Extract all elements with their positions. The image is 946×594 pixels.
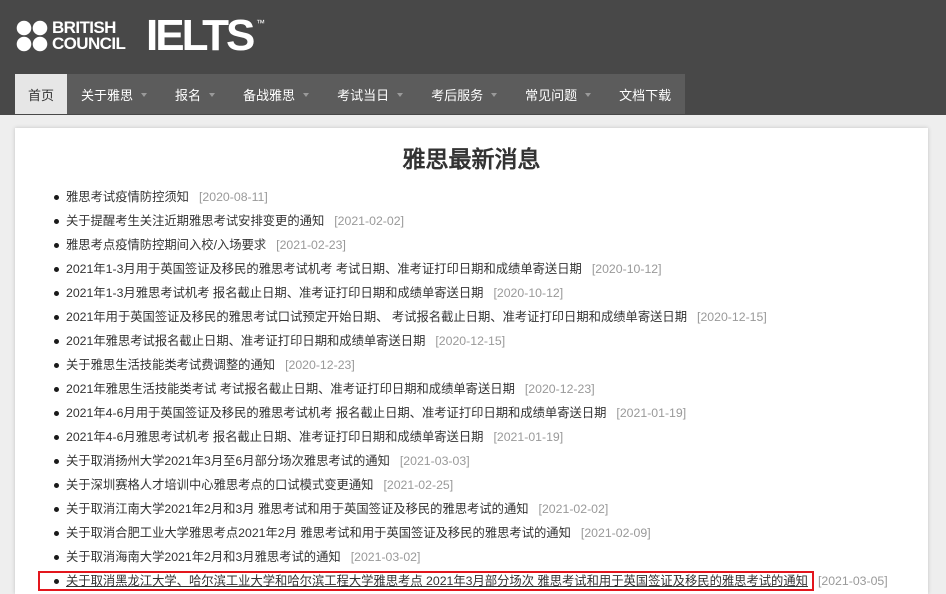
news-link[interactable]: 关于取消扬州大学2021年3月至6月部分场次雅思考试的通知 bbox=[66, 454, 390, 468]
nav-item-preparation[interactable]: 备战雅思 bbox=[229, 74, 323, 114]
news-item: 关于取消扬州大学2021年3月至6月部分场次雅思考试的通知 [2021-03-03… bbox=[54, 449, 928, 473]
news-date: [2020-12-23] bbox=[524, 382, 595, 396]
news-link[interactable]: 雅思考试疫情防控须知 bbox=[66, 190, 189, 204]
news-link[interactable]: 关于取消江南大学2021年2月和3月 雅思考试和用于英国签证及移民的雅思考试的通… bbox=[66, 502, 529, 516]
nav-item-label: 首页 bbox=[28, 87, 55, 103]
news-link[interactable]: 关于提醒考生关注近期雅思考试安排变更的通知 bbox=[66, 214, 324, 228]
news-link[interactable]: 2021年用于英国签证及移民的雅思考试口试预定开始日期、 考试报名截止日期、准考… bbox=[66, 310, 687, 324]
main-nav: 首页 关于雅思 报名 备战雅思 考试当日 考后服务 常见问题 文档下载 bbox=[15, 74, 686, 114]
news-link[interactable]: 2021年4-6月雅思考试机考 报名截止日期、准考证打印日期和成绩单寄送日期 bbox=[66, 430, 483, 444]
news-link[interactable]: 2021年雅思考试报名截止日期、准考证打印日期和成绩单寄送日期 bbox=[66, 334, 425, 348]
news-item: 2021年4-6月用于英国签证及移民的雅思考试机考 报名截止日期、准考证打印日期… bbox=[54, 401, 928, 425]
nav-item-faq[interactable]: 常见问题 bbox=[511, 74, 605, 114]
news-date: [2021-01-19] bbox=[616, 406, 687, 420]
nav-item-label: 文档下载 bbox=[619, 87, 672, 103]
news-link[interactable]: 关于取消海南大学2021年2月和3月雅思考试的通知 bbox=[66, 550, 341, 564]
news-link[interactable]: 2021年雅思生活技能类考试 考试报名截止日期、准考证打印日期和成绩单寄送日期 bbox=[66, 382, 515, 396]
news-date: [2021-02-23] bbox=[276, 238, 346, 252]
news-item: 关于取消合肥工业大学雅思考点2021年2月 雅思考试和用于英国签证及移民的雅思考… bbox=[54, 521, 928, 545]
news-item: 2021年雅思考试报名截止日期、准考证打印日期和成绩单寄送日期 [2020-12-… bbox=[54, 329, 928, 353]
nav-item-label: 考试当日 bbox=[337, 87, 390, 103]
nav-item-home[interactable]: 首页 bbox=[15, 74, 68, 114]
nav-item-registration[interactable]: 报名 bbox=[161, 74, 229, 114]
news-date: [2020-12-15] bbox=[435, 334, 506, 348]
news-link[interactable]: 2021年1-3月雅思考试机考 报名截止日期、准考证打印日期和成绩单寄送日期 bbox=[66, 286, 483, 300]
news-date: [2020-10-12] bbox=[493, 286, 564, 300]
site-header: BRITISH COUNCIL IELTS ™ 首页 关于雅思 报名 备战雅思 … bbox=[0, 0, 946, 115]
news-date: [2021-03-05] bbox=[817, 574, 888, 588]
ielts-wordmark: IELTS bbox=[146, 11, 255, 60]
nav-item-test-day[interactable]: 考试当日 bbox=[323, 74, 417, 114]
news-date: [2020-10-12] bbox=[591, 262, 662, 276]
nav-item-label: 考后服务 bbox=[431, 87, 484, 103]
nav-item-after-test[interactable]: 考后服务 bbox=[417, 74, 511, 114]
news-date: [2021-03-03] bbox=[399, 454, 470, 468]
news-link[interactable]: 2021年1-3月用于英国签证及移民的雅思考试机考 考试日期、准考证打印日期和成… bbox=[66, 262, 582, 276]
news-item: 2021年1-3月雅思考试机考 报名截止日期、准考证打印日期和成绩单寄送日期 [2… bbox=[54, 281, 928, 305]
news-item-highlighted: 关于取消黑龙江大学、哈尔滨工业大学和哈尔滨工程大学雅思考点 2021年3月部分场… bbox=[38, 569, 928, 593]
news-item: 2021年雅思生活技能类考试 考试报名截止日期、准考证打印日期和成绩单寄送日期 [… bbox=[54, 377, 928, 401]
nav-item-label: 常见问题 bbox=[525, 87, 578, 103]
caret-down-icon bbox=[303, 93, 310, 97]
caret-down-icon bbox=[141, 93, 148, 97]
news-link[interactable]: 关于深圳赛格人才培训中心雅思考点的口试模式变更通知 bbox=[66, 478, 373, 492]
news-link[interactable]: 雅思考点疫情防控期间入校/入场要求 bbox=[66, 238, 266, 252]
news-link[interactable]: 关于取消黑龙江大学、哈尔滨工业大学和哈尔滨工程大学雅思考点 2021年3月部分场… bbox=[66, 574, 808, 588]
news-date: [2020-12-23] bbox=[285, 358, 355, 372]
news-item: 关于深圳赛格人才培训中心雅思考点的口试模式变更通知 [2021-02-25] bbox=[54, 473, 928, 497]
news-card: 雅思最新消息 雅思考试疫情防控须知 [2020-08-11] 关于提醒考生关注近期… bbox=[15, 128, 928, 594]
news-date: [2020-12-15] bbox=[697, 310, 767, 324]
news-item: 2021年用于英国签证及移民的雅思考试口试预定开始日期、 考试报名截止日期、准考… bbox=[54, 305, 928, 329]
news-date: [2021-02-25] bbox=[383, 478, 454, 492]
nav-item-label: 备战雅思 bbox=[243, 87, 296, 103]
highlight-wrapper: 关于取消黑龙江大学、哈尔滨工业大学和哈尔滨工程大学雅思考点 2021年3月部分场… bbox=[38, 571, 814, 591]
news-date: [2021-02-02] bbox=[538, 502, 609, 516]
brand-line-2: COUNCIL bbox=[52, 34, 126, 53]
news-item: 关于取消海南大学2021年2月和3月雅思考试的通知 [2021-03-02] bbox=[54, 545, 928, 569]
trademark-symbol: ™ bbox=[256, 18, 265, 28]
news-date: [2021-01-19] bbox=[493, 430, 564, 444]
ielts-logo[interactable]: IELTS ™ bbox=[146, 11, 265, 60]
caret-down-icon bbox=[585, 93, 592, 97]
caret-down-icon bbox=[491, 93, 498, 97]
british-council-wordmark: BRITISH COUNCIL bbox=[52, 19, 126, 53]
page-title: 雅思最新消息 bbox=[402, 146, 541, 172]
news-date: [2021-02-02] bbox=[334, 214, 404, 228]
caret-down-icon bbox=[397, 93, 404, 97]
news-date: [2021-03-02] bbox=[350, 550, 421, 564]
news-date: [2021-02-09] bbox=[580, 526, 651, 540]
news-item: 关于提醒考生关注近期雅思考试安排变更的通知 [2021-02-02] bbox=[54, 209, 928, 233]
british-council-logo[interactable]: BRITISH COUNCIL bbox=[16, 19, 131, 53]
news-link[interactable]: 关于取消合肥工业大学雅思考点2021年2月 雅思考试和用于英国签证及移民的雅思考… bbox=[66, 526, 571, 540]
news-item: 2021年4-6月雅思考试机考 报名截止日期、准考证打印日期和成绩单寄送日期 [2… bbox=[54, 425, 928, 449]
nav-item-downloads[interactable]: 文档下载 bbox=[605, 74, 685, 114]
news-item: 雅思考试疫情防控须知 [2020-08-11] bbox=[54, 185, 928, 209]
news-item: 雅思考点疫情防控期间入校/入场要求 [2021-02-23] bbox=[54, 233, 928, 257]
news-list: 雅思考试疫情防控须知 [2020-08-11] 关于提醒考生关注近期雅思考试安排变… bbox=[15, 185, 928, 593]
caret-down-icon bbox=[209, 93, 216, 97]
british-council-dots-icon bbox=[16, 20, 48, 52]
nav-item-label: 关于雅思 bbox=[81, 87, 134, 103]
news-link[interactable]: 关于雅思生活技能类考试费调整的通知 bbox=[66, 358, 275, 372]
nav-item-label: 报名 bbox=[175, 87, 202, 103]
news-date: [2020-08-11] bbox=[198, 190, 268, 204]
news-link[interactable]: 2021年4-6月用于英国签证及移民的雅思考试机考 报名截止日期、准考证打印日期… bbox=[66, 406, 606, 420]
news-item: 关于取消江南大学2021年2月和3月 雅思考试和用于英国签证及移民的雅思考试的通… bbox=[54, 497, 928, 521]
news-item: 关于雅思生活技能类考试费调整的通知 [2020-12-23] bbox=[54, 353, 928, 377]
nav-item-about-ielts[interactable]: 关于雅思 bbox=[67, 74, 161, 114]
news-item: 2021年1-3月用于英国签证及移民的雅思考试机考 考试日期、准考证打印日期和成… bbox=[54, 257, 928, 281]
